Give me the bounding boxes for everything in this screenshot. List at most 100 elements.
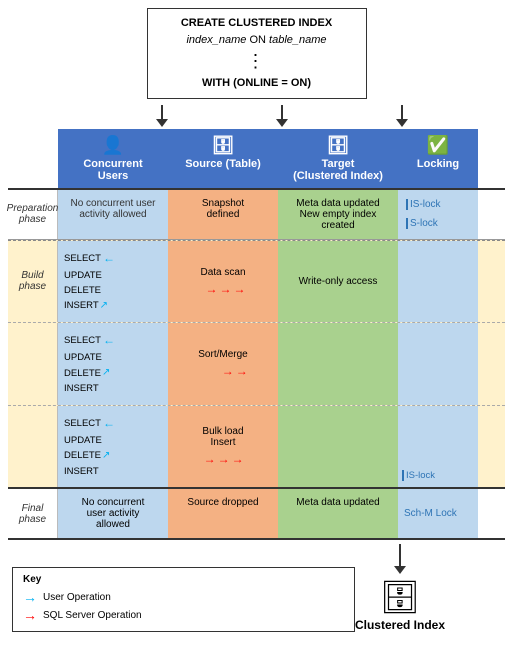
final-phase: Finalphase No concurrentuser activityall… [8, 487, 505, 540]
arrow-down-2 [276, 105, 288, 127]
build-label-text: Buildphase [19, 270, 46, 292]
final-target-cell: Meta data updated [278, 489, 398, 538]
crud-delete-label-3: DELETE [64, 448, 101, 463]
crud-insert-label-1: INSERT [64, 298, 99, 313]
header-source: 🗄 Source (Table) [168, 129, 278, 188]
build-row-2: SELECT ← UPDATE DELETE ↗ INSERT Sort/Mer… [8, 322, 505, 405]
red-arrow-bl-2: → [218, 452, 230, 466]
build-row-3: SELECT ← UPDATE DELETE ↗ INSERT Bulk loa… [8, 405, 505, 488]
prep-target-cell: Meta data updatedNew empty indexcreated [278, 190, 398, 239]
sql-line1: CREATE CLUSTERED INDEX [158, 15, 356, 32]
build-row-1: Buildphase SELECT ← UPDATE DELETE INSERT… [8, 241, 505, 323]
crud-delete-label-2: DELETE [64, 366, 101, 381]
crud-insert-3: INSERT [64, 464, 162, 479]
prep-locking-cell: IS-lock S-lock [398, 190, 478, 239]
key-section: Key → User Operation → SQL Server Operat… [12, 567, 355, 632]
build-phase-spacer-2 [8, 323, 58, 405]
header-target: 🗄 Target(Clustered Index) [278, 129, 398, 188]
final-concurrent-text: No concurrentuser activityallowed [82, 497, 145, 530]
prep-concurrent-text: No concurrent user activity allowed [70, 198, 155, 220]
key-sql-op-label: SQL Server Operation [43, 610, 142, 621]
crud-block-3: SELECT ← UPDATE DELETE ↗ INSERT [62, 410, 164, 484]
key-sql-op: → SQL Server Operation [23, 607, 344, 623]
crud-block-2: SELECT ← UPDATE DELETE ↗ INSERT [62, 327, 164, 401]
sql-with: WITH (ONLINE = ON) [158, 75, 356, 92]
red-arrows-bulk: → → → [202, 452, 243, 466]
write-only-label: Write-only access [299, 276, 378, 287]
sql-table-name: table_name [269, 34, 327, 46]
final-target-text: Meta data updated [296, 497, 379, 508]
red-arrow-key: → [23, 607, 37, 623]
header-locking: ✅ Locking [398, 129, 478, 188]
sql-on: ON [249, 34, 269, 46]
clustered-index-label: Clustered Index [355, 618, 445, 632]
user-icon: 👤 [62, 135, 164, 156]
cyan-arrow-insert-1: ↗ [100, 298, 108, 314]
sql-dots: ⋮ [158, 48, 356, 75]
key-user-op-label: User Operation [43, 592, 111, 603]
crud-update-1: UPDATE [64, 268, 162, 283]
build-source-1: Data scan → → → [168, 241, 278, 323]
crud-insert-1: INSERT ↗ [64, 298, 162, 314]
diagram-container: CREATE CLUSTERED INDEX index_name ON tab… [0, 0, 513, 640]
sql-index-name: index_name [186, 34, 246, 46]
header-source-label: Source (Table) [185, 158, 261, 170]
header-locking-label: Locking [417, 158, 459, 170]
build-locking-1 [398, 241, 478, 323]
bulk-load-label: Bulk loadInsert [202, 426, 243, 448]
crud-select-label-1: SELECT [64, 251, 101, 266]
prep-source-cell: Snapshotdefined [168, 190, 278, 239]
crud-insert-2: INSERT [64, 381, 162, 396]
bottom-section: Key → User Operation → SQL Server Operat… [8, 544, 505, 632]
cyan-arrow-delete-2: ↗ [102, 365, 110, 381]
bottom-arrow-down [394, 544, 406, 574]
final-content: No concurrentuser activityallowed Source… [58, 489, 505, 538]
crud-select-label-3: SELECT [64, 416, 101, 431]
red-arrows-datascan: → → → [200, 282, 245, 296]
red-arrow-3: → [234, 282, 246, 296]
cyan-arrow-delete-3: ↗ [102, 448, 110, 464]
target-index-icon: 🗄 [282, 135, 394, 156]
is-lock-build-label: IS-lock [402, 470, 435, 481]
is-lock-label: IS-lock [406, 199, 441, 210]
headers-row: 👤 ConcurrentUsers 🗄 Source (Table) 🗄 Tar… [58, 129, 505, 188]
build-source-2: Sort/Merge → → [168, 323, 278, 405]
crud-select-label-2: SELECT [64, 333, 101, 348]
build-concurrent-3: SELECT ← UPDATE DELETE ↗ INSERT [58, 406, 168, 488]
source-table-icon: 🗄 [172, 135, 274, 156]
header-concurrent-label: ConcurrentUsers [83, 158, 142, 182]
locking-check-icon: ✅ [402, 135, 474, 156]
arrow-down-3 [396, 105, 408, 127]
build-phase: Buildphase SELECT ← UPDATE DELETE INSERT… [8, 240, 505, 488]
prep-concurrent-cell: No concurrent user activity allowed [58, 190, 168, 239]
build-concurrent-2: SELECT ← UPDATE DELETE ↗ INSERT [58, 323, 168, 405]
preparation-label-text: Preparationphase [7, 203, 59, 225]
final-concurrent-cell: No concurrentuser activityallowed [58, 489, 168, 538]
build-target-3 [278, 406, 398, 488]
prep-target-text: Meta data updatedNew empty indexcreated [296, 198, 379, 231]
key-title: Key [23, 574, 344, 585]
arrow-down-1 [156, 105, 168, 127]
preparation-content: No concurrent user activity allowed Snap… [58, 190, 505, 239]
crud-update-2: UPDATE [64, 350, 162, 365]
build-phase-spacer-3 [8, 406, 58, 488]
build-concurrent-1: SELECT ← UPDATE DELETE INSERT ↗ [58, 241, 168, 323]
crud-delete-1: DELETE [64, 283, 162, 298]
build-phase-label: Buildphase [8, 241, 58, 323]
cyan-arrow-select-3: ← [103, 414, 115, 433]
crud-select-2: SELECT ← [64, 331, 162, 350]
build-target-2 [278, 323, 398, 405]
clustered-index-section: 🗄 Clustered Index [355, 544, 445, 632]
preparation-phase: Preparationphase No concurrent user acti… [8, 188, 505, 240]
final-label-text: Finalphase [19, 503, 46, 525]
crud-delete-2: DELETE ↗ [64, 365, 162, 381]
build-locking-3: IS-lock [398, 406, 478, 488]
crud-delete-3: DELETE ↗ [64, 448, 162, 464]
red-arrow-bl-3: → [232, 452, 244, 466]
final-source-text: Source dropped [187, 497, 258, 508]
sch-m-lock-label: Sch-M Lock [404, 508, 457, 519]
final-source-cell: Source dropped [168, 489, 278, 538]
sql-box: CREATE CLUSTERED INDEX index_name ON tab… [147, 8, 367, 99]
final-phase-label: Finalphase [8, 489, 58, 538]
prep-source-text: Snapshotdefined [202, 198, 244, 220]
